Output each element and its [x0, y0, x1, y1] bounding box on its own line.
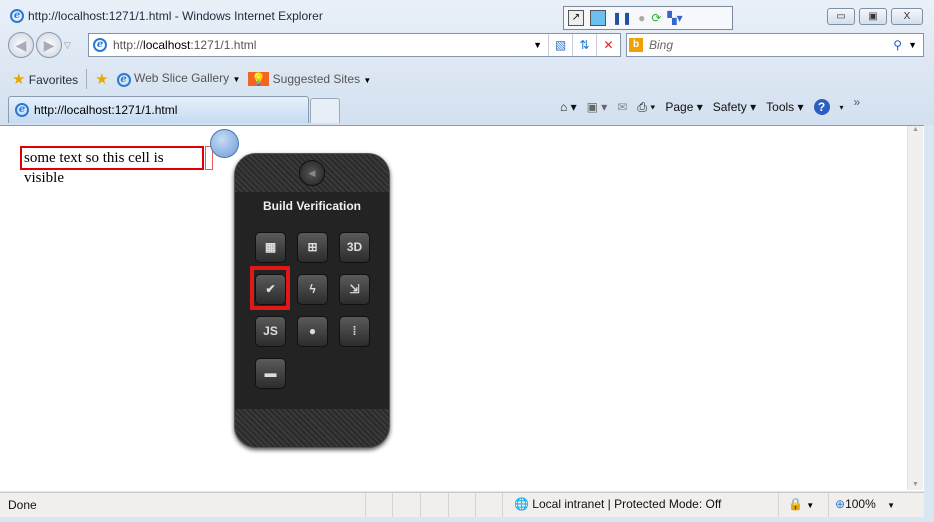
bing-icon: b: [629, 38, 643, 52]
build-verification-widget: ◀ Build Verification ▦ ⊞ 3D ✔ ϟ ⇲ JS ● ⁞ ▬: [234, 153, 390, 448]
status-cell: [365, 493, 366, 517]
stop-icon[interactable]: ●: [638, 11, 645, 25]
close-button[interactable]: X: [891, 8, 923, 25]
javascript-icon[interactable]: JS: [255, 316, 286, 347]
tree-icon[interactable]: ▚▾: [667, 11, 682, 25]
status-cell: [828, 493, 829, 517]
stop-icon[interactable]: ✕: [596, 34, 620, 56]
scroll-down-icon[interactable]: ▼: [908, 481, 923, 488]
favorites-button[interactable]: ★ Favorites: [12, 70, 78, 88]
minimize-button[interactable]: ▭: [827, 8, 855, 25]
history-dropdown-icon[interactable]: ▽: [64, 32, 71, 58]
search-box[interactable]: b Bing ⚲ ▼: [626, 33, 924, 57]
url-prefix: http://: [113, 38, 144, 52]
selected-highlight: [250, 266, 290, 310]
status-text: Done: [8, 498, 37, 512]
back-knob-button[interactable]: ◀: [299, 160, 325, 186]
pause-icon[interactable]: ❚❚: [612, 11, 632, 25]
search-input[interactable]: Bing: [649, 38, 893, 52]
page-content: [0, 125, 924, 491]
print-icon[interactable]: ⎙ ▾: [637, 100, 655, 115]
tools-label: Tools: [766, 100, 795, 114]
refresh-icon[interactable]: ⇅: [572, 34, 596, 56]
ie-icon: e: [116, 72, 131, 87]
forward-button[interactable]: ▶: [36, 32, 62, 58]
divider: [86, 68, 88, 89]
zone-indicator[interactable]: 🌐 Local intranet | Protected Mode: Off: [514, 497, 721, 511]
status-cell: [392, 493, 393, 517]
refresh-icon[interactable]: ⟳: [651, 11, 661, 25]
back-button[interactable]: ◀: [8, 32, 34, 58]
resize-icon[interactable]: ⁞: [339, 316, 370, 347]
lightbulb-icon: 💡: [248, 71, 270, 86]
window-title: e http://localhost:1271/1.html - Windows …: [10, 9, 323, 23]
home-icon[interactable]: ⌂ ▾: [560, 100, 577, 114]
hierarchy-icon[interactable]: ⊞: [297, 232, 328, 263]
web-slice-gallery-link[interactable]: e Web Slice Gallery ▼: [116, 70, 240, 87]
window-title-text: http://localhost:1271/1.html - Windows I…: [28, 9, 323, 23]
status-cell: [475, 493, 476, 517]
feeds-icon[interactable]: ▣ ▾: [587, 100, 608, 114]
url-suffix: :1271/1.html: [190, 38, 257, 52]
bottom-grille: [235, 409, 389, 447]
ie-icon: e: [15, 103, 29, 117]
globe-icon: 🌐: [514, 497, 529, 511]
tab-label: http://localhost:1271/1.html: [34, 103, 178, 117]
address-dropdown-icon[interactable]: ▼: [533, 40, 548, 50]
page-label: Page: [665, 100, 694, 114]
web-slice-label: Web Slice Gallery: [133, 70, 230, 85]
debug-toolbar: ↗ ❚❚ ● ⟳ ▚▾: [563, 6, 733, 30]
url-host: localhost: [143, 38, 191, 52]
new-tab-button[interactable]: [310, 98, 340, 123]
mouse-icon[interactable]: ●: [297, 316, 328, 347]
tools-menu[interactable]: Tools ▾: [766, 100, 803, 114]
nav-buttons: ◀ ▶ ▽: [8, 32, 71, 58]
safety-menu[interactable]: Safety ▾: [713, 100, 756, 114]
mail-icon[interactable]: ✉: [617, 100, 627, 114]
suggested-sites-link[interactable]: 💡 Suggested Sites ▼: [248, 71, 371, 86]
star-icon: ★: [12, 70, 26, 88]
favorites-label: Favorites: [28, 72, 79, 87]
arrow-icon[interactable]: ↗: [568, 10, 584, 26]
page-menu[interactable]: Page ▾: [665, 100, 702, 114]
status-cell: [778, 493, 779, 517]
zoom-level: 100%: [845, 497, 876, 511]
scroll-up-icon[interactable]: ▲: [908, 126, 923, 133]
command-bar: ⌂ ▾ ▣ ▾ ✉ ⎙ ▾ Page ▾ Safety ▾ Tools ▾ ? ▾…: [560, 95, 861, 115]
status-cell: [448, 493, 449, 517]
add-favorite-icon[interactable]: ★: [95, 70, 108, 88]
help-icon[interactable]: ?: [813, 99, 830, 115]
compatibility-icon[interactable]: ▧: [548, 34, 572, 56]
widget-title: Build Verification: [262, 199, 361, 213]
image-icon[interactable]: ▬: [255, 358, 286, 389]
search-icon[interactable]: ⚲: [893, 38, 902, 52]
address-bar[interactable]: e http://localhost:1271/1.html ▼ ▧ ⇅ ✕: [88, 33, 621, 57]
lightning-icon[interactable]: ϟ: [297, 274, 328, 305]
zone-text: Local intranet | Protected Mode: Off: [532, 497, 722, 511]
safety-label: Safety: [712, 100, 747, 114]
status-bar: Done 🌐 Local intranet | Protected Mode: …: [0, 492, 924, 517]
zoom-icon: ⊕: [835, 497, 846, 511]
zoom-control[interactable]: ⊕100% ▼: [835, 497, 895, 511]
text-cell: some text so this cell is visible: [20, 146, 204, 186]
address-input[interactable]: http://localhost:1271/1.html: [107, 38, 533, 52]
3d-icon[interactable]: 3D: [339, 232, 370, 263]
blue-circle-marker: [210, 129, 239, 158]
chevron-more-icon[interactable]: »: [854, 95, 861, 109]
suggested-sites-label: Suggested Sites: [272, 71, 361, 86]
windows-icon[interactable]: [590, 10, 606, 26]
search-dropdown-icon[interactable]: ▼: [902, 40, 923, 50]
protected-mode-icon[interactable]: 🔒 ▼: [788, 497, 814, 511]
status-cell: [502, 493, 503, 517]
ie-icon: e: [10, 9, 24, 23]
favorites-bar: ★ Favorites ★ e Web Slice Gallery ▼ 💡 Su…: [0, 65, 934, 92]
status-cell: [420, 493, 421, 517]
tab-active[interactable]: e http://localhost:1271/1.html: [8, 96, 309, 123]
restore-button[interactable]: ▣: [859, 8, 887, 25]
drag-icon[interactable]: ⇲: [339, 274, 370, 305]
page-icon: e: [93, 38, 107, 52]
vertical-scrollbar[interactable]: ▲ ▼: [907, 126, 923, 490]
layout-icon[interactable]: ▦: [255, 232, 286, 263]
